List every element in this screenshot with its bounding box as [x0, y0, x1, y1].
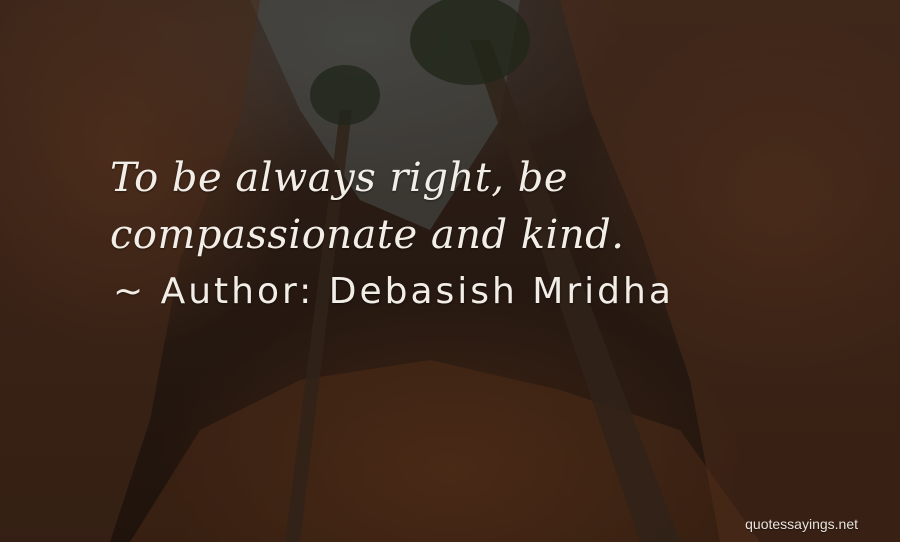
quote-text: To be always right, be compassionate and…	[110, 155, 625, 258]
quote-card: To be always right, be compassionate and…	[0, 0, 900, 542]
quote-author: ~ Author: Debasish Mridha	[113, 271, 674, 312]
site-watermark: quotessayings.net	[745, 516, 858, 532]
